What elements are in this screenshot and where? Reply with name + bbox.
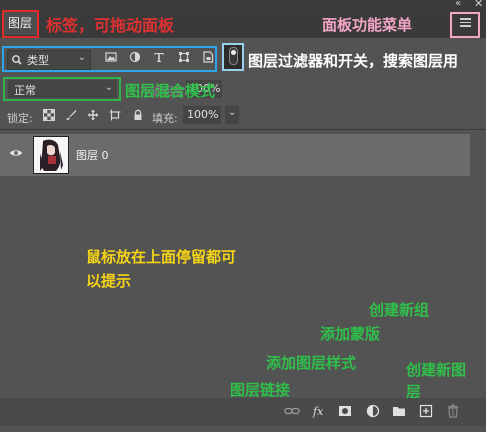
fx-icon[interactable]: fx [312,404,327,418]
adjustment-filter-icon[interactable] [129,51,141,63]
divider [0,129,486,130]
annotation-add-style: 添加图层样式 [266,354,357,372]
lock-image-icon[interactable] [65,109,77,121]
panel-top-strip [0,0,486,9]
chevron-down-icon: ⌄ [77,52,86,63]
filter-kind-label: 类型 [27,54,49,67]
collapse-panels-icon[interactable]: « [455,0,461,9]
layer-thumbnail [33,136,69,174]
menu-icon [460,18,471,29]
annotation-new-group: 创建新组 [369,301,430,319]
lock-label: 锁定: [7,112,33,125]
image-filter-icon[interactable] [105,51,117,63]
fill-label: 填充: [152,112,178,125]
annotation-tab: 标签，可拖动面板 [46,16,175,35]
filter-kind-select[interactable]: 类型 ⌄ [7,50,91,70]
annotation-menu: 面板功能菜单 [322,16,413,34]
blend-mode-select[interactable]: 正常 ⌄ [8,80,117,98]
mask-icon[interactable] [338,404,352,418]
annotation-blend: 图层混合模式 [125,82,216,100]
lock-artboard-icon[interactable] [109,109,121,121]
annotation-new-layer: 创建新图层 [406,361,467,401]
link-icon[interactable] [284,404,300,418]
tab-highlight-box [2,10,39,38]
svg-text:fx: fx [312,405,324,418]
type-filter-icon[interactable] [153,51,165,63]
adjustment-icon[interactable] [366,404,380,418]
layer-row[interactable] [0,134,470,176]
visibility-eye-icon[interactable] [9,148,23,158]
fill-dropdown[interactable]: ⌄ [225,106,239,124]
layer-name[interactable]: 图层 0 [76,147,109,163]
chevron-down-icon: ⌄ [228,107,237,118]
search-icon [12,55,22,65]
blend-mode-value: 正常 [14,84,36,97]
annotation-hover: 鼠标放在上面停留都可以提示 [86,248,237,290]
fill-value: 100% [187,108,219,121]
toggle-knob [231,50,236,55]
trash-icon[interactable] [446,404,460,418]
folder-icon[interactable] [392,404,406,418]
filter-toggle-switch[interactable] [229,47,238,65]
bottom-toolbar [0,398,486,426]
smart-object-filter-icon[interactable] [202,51,214,63]
fill-input[interactable]: 100% [183,106,221,124]
lock-all-icon[interactable] [132,109,144,121]
lock-position-icon[interactable] [87,109,99,121]
annotation-add-mask: 添加蒙版 [320,325,381,343]
chevron-down-icon: ⌄ [104,82,113,93]
annotation-link: 图层链接 [230,381,291,399]
lock-transparent-icon[interactable] [43,109,55,121]
new-layer-icon[interactable] [419,404,433,418]
layers-scrollbar[interactable] [473,131,484,396]
shape-filter-icon[interactable] [178,51,190,63]
annotation-filter: 图层过滤器和开关，搜索图层用 [248,52,459,70]
